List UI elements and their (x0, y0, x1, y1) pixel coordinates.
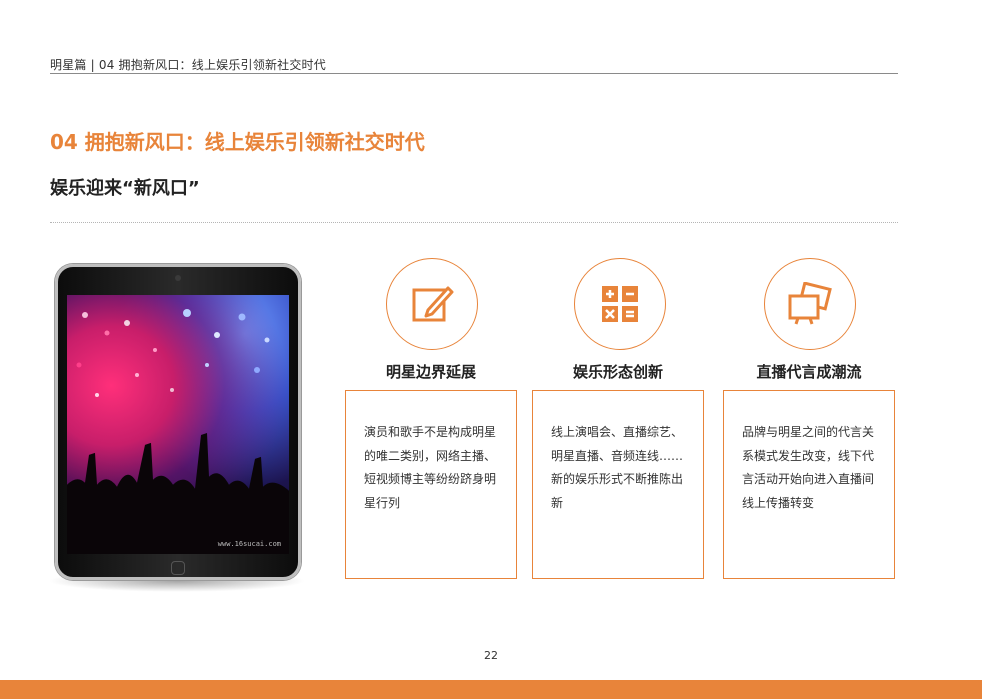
feature-description-box: 线上演唱会、直播综艺、明星直播、音频连线……新的娱乐形式不断推陈出新 (532, 390, 704, 579)
dotted-divider (50, 222, 898, 223)
calculator-icon (574, 258, 666, 350)
feature-description-box: 品牌与明星之间的代言关系模式发生改变，线下代言活动开始向进入直播间线上传播转变 (723, 390, 895, 579)
header-divider (50, 73, 898, 74)
pencil-edit-icon (386, 258, 478, 350)
camera-icon (175, 275, 181, 281)
concert-photo: www.16sucai.com (67, 295, 289, 554)
tablet-image: www.16sucai.com (55, 264, 301, 580)
feature-title: 明星边界延展 (385, 363, 476, 381)
section-subtitle: 娱乐迎来“新风口” (50, 178, 200, 199)
footer-bar (0, 680, 982, 699)
header-breadcrumb: 明星篇 | 04 拥抱新风口：线上娱乐引领新社交时代 (50, 58, 326, 72)
section-title: 04 拥抱新风口：线上娱乐引领新社交时代 (50, 130, 425, 154)
feature-title: 直播代言成潮流 (756, 363, 862, 381)
screens-icon (764, 258, 856, 350)
watermark-text: www.16sucai.com (217, 540, 281, 548)
feature-title: 娱乐形态创新 (572, 363, 663, 381)
home-button-icon (171, 561, 185, 575)
crowd-silhouette (67, 432, 289, 554)
feature-description: 演员和歌手不是构成明星的唯二类别，网络主播、短视频博主等纷纷跻身明星行列 (364, 425, 497, 510)
feature-description-box: 演员和歌手不是构成明星的唯二类别，网络主播、短视频博主等纷纷跻身明星行列 (345, 390, 517, 579)
feature-description: 线上演唱会、直播综艺、明星直播、音频连线……新的娱乐形式不断推陈出新 (551, 425, 684, 510)
page-number: 22 (484, 649, 498, 662)
feature-description: 品牌与明星之间的代言关系模式发生改变，线下代言活动开始向进入直播间线上传播转变 (742, 425, 875, 510)
